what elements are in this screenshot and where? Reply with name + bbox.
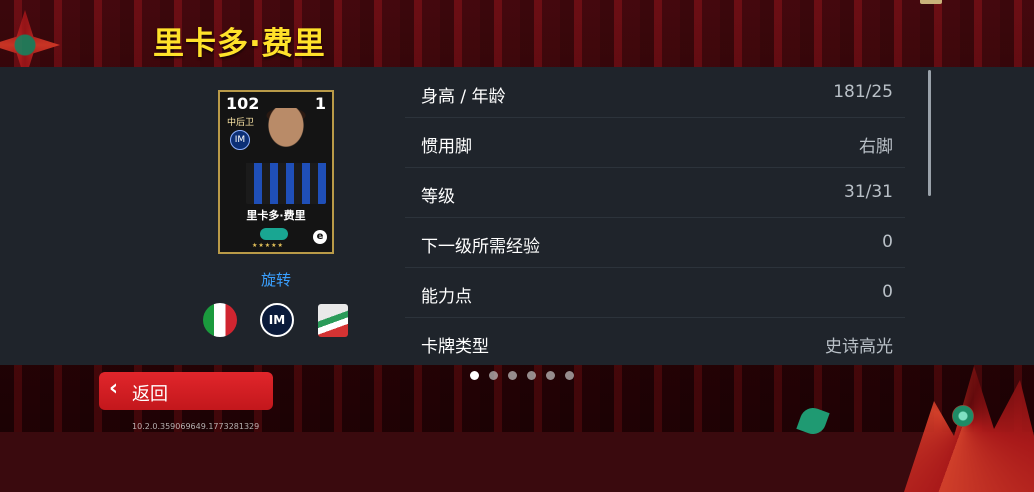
scrollbar[interactable] [928, 70, 931, 196]
back-button[interactable]: ‹ 返回 [99, 372, 273, 410]
stat-label: 等级 [421, 187, 455, 207]
page-dot[interactable] [489, 371, 498, 380]
stat-row-card-type: 卡牌类型 史诗高光 [405, 318, 905, 367]
stat-row-height-age: 身高 / 年龄 181/25 [405, 68, 905, 118]
stat-label: 身高 / 年龄 [421, 87, 506, 107]
stat-row-level: 等级 31/31 [405, 168, 905, 218]
inter-badge-icon[interactable]: IM [260, 303, 294, 337]
version-text: 10.2.0.359069649.1773281329 [132, 422, 260, 431]
player-photo [246, 108, 326, 204]
rotate-link[interactable]: 旋转 [261, 269, 291, 290]
stat-row-ability-points: 能力点 0 [405, 268, 905, 318]
card-level: 1 [314, 94, 326, 113]
stat-value: 181/25 [833, 82, 893, 102]
page-dot[interactable] [565, 371, 574, 380]
skill-icon [260, 228, 288, 240]
page-dot[interactable] [527, 371, 536, 380]
page-dot[interactable] [508, 371, 517, 380]
back-button-label: 返回 [132, 384, 168, 405]
efootball-logo-icon: e [313, 230, 327, 244]
italy-flag-icon[interactable] [203, 303, 237, 337]
stat-value: 史诗高光 [825, 337, 893, 357]
page-dot[interactable] [470, 371, 479, 380]
stat-label: 卡牌类型 [421, 337, 489, 357]
chevron-left-icon: ‹ [109, 376, 119, 401]
player-card[interactable]: 102 1 中后卫 IM 里卡多·费里 ★★★★★ e [218, 90, 334, 254]
club-badge-icon: IM [230, 130, 250, 150]
stat-value: 31/31 [844, 182, 893, 202]
stat-label: 惯用脚 [421, 137, 472, 157]
stat-value: 右脚 [859, 137, 893, 157]
stats-list: 身高 / 年龄 181/25 惯用脚 右脚 等级 31/31 下一级所需经验 0… [405, 68, 905, 367]
stat-value: 0 [882, 232, 893, 252]
decoration-gem [952, 405, 974, 427]
stat-value: 0 [882, 282, 893, 302]
card-stars: ★★★★★ [252, 242, 284, 249]
page-dot[interactable] [546, 371, 555, 380]
serie-a-badge-icon[interactable] [318, 304, 348, 337]
stat-label: 下一级所需经验 [421, 237, 540, 257]
stat-row-next-exp: 下一级所需经验 0 [405, 218, 905, 268]
page-title: 里卡多·费里 [153, 26, 326, 62]
stat-label: 能力点 [421, 287, 472, 307]
stat-row-foot: 惯用脚 右脚 [405, 118, 905, 168]
decoration-pin [920, 0, 942, 4]
card-position: 中后卫 [227, 118, 255, 128]
pagination-dots [470, 371, 574, 380]
card-player-name: 里卡多·费里 [246, 209, 306, 222]
card-rating: 102 [226, 94, 260, 113]
